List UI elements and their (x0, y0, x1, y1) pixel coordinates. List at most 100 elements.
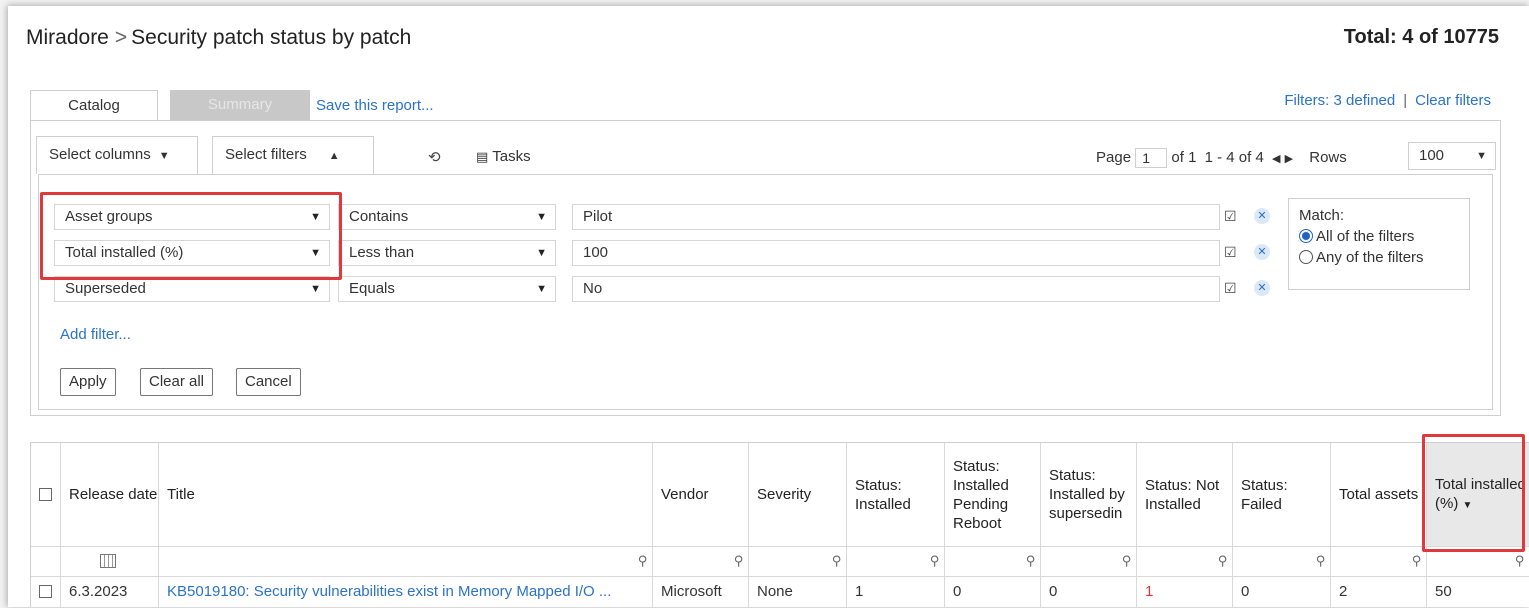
column-header[interactable]: Total assets (1331, 443, 1427, 547)
tasks-button[interactable]: ▤ Tasks (476, 148, 531, 165)
cell-severity: None (749, 577, 847, 608)
cell-not-installed[interactable]: 1 (1137, 577, 1233, 608)
column-header[interactable]: Status: Installed (847, 443, 945, 547)
page-range: 1 - 4 of 4 (1204, 148, 1264, 166)
filter-enabled-checkbox[interactable]: ☑ (1224, 280, 1237, 297)
filter-operator-value: Contains (349, 208, 409, 225)
add-filter-link[interactable]: Add filter... (60, 326, 131, 343)
search-icon: ⚲ (1412, 553, 1422, 568)
filter-value-input[interactable]: No (572, 276, 1220, 302)
column-filter-cell[interactable] (61, 547, 159, 577)
page-title: Security patch status by patch (131, 26, 412, 49)
chevron-down-icon: ▼ (1476, 150, 1487, 162)
column-filter-cell[interactable]: ⚲ (1137, 547, 1233, 577)
chevron-up-icon: ▲ (328, 150, 340, 162)
match-options: Match: All of the filters Any of the fil… (1288, 198, 1470, 290)
column-header[interactable]: Severity (749, 443, 847, 547)
cell-title-link[interactable]: KB5019180: Security vulnerabilities exis… (159, 577, 653, 608)
filter-value-input[interactable]: 100 (572, 240, 1220, 266)
column-filter-cell[interactable]: ⚲ (749, 547, 847, 577)
breadcrumb: Miradore > Security patch status by patch (26, 26, 411, 50)
cell-total-assets: 2 (1331, 577, 1427, 608)
column-filter-cell[interactable]: ⚲ (847, 547, 945, 577)
column-header[interactable]: Release date (61, 443, 159, 547)
search-icon: ⚲ (1218, 553, 1228, 568)
page-label: Page (1096, 148, 1132, 166)
clear-all-button[interactable]: Clear all (140, 368, 214, 396)
cell-vendor: Microsoft (653, 577, 749, 608)
match-all-option[interactable]: All of the filters (1299, 228, 1459, 245)
cell-pending-reboot: 0 (945, 577, 1041, 608)
chevron-down-icon: ▼ (536, 283, 547, 295)
clear-filters-link[interactable]: Clear filters (1415, 92, 1491, 109)
column-header[interactable]: Title (159, 443, 653, 547)
tasks-icon: ▤ (476, 149, 489, 164)
remove-filter-icon[interactable]: ✕ (1254, 244, 1270, 260)
column-header[interactable]: Status: Installed by supersedin (1041, 443, 1137, 547)
cancel-button[interactable]: Cancel (236, 368, 301, 396)
column-header[interactable]: Vendor (653, 443, 749, 547)
select-all-checkbox-cell[interactable] (31, 443, 61, 547)
filter-operator-select[interactable]: Contains ▼ (338, 204, 556, 230)
calendar-icon[interactable] (99, 554, 116, 568)
filter-enabled-checkbox[interactable]: ☑ (1224, 244, 1237, 261)
select-columns-label: Select columns (49, 146, 151, 163)
row-checkbox[interactable] (39, 585, 52, 598)
column-header[interactable]: Status: Failed (1233, 443, 1331, 547)
prev-page-icon[interactable]: ◀ (1272, 153, 1280, 165)
save-report-link[interactable]: Save this report... (316, 97, 434, 114)
remove-filter-icon[interactable]: ✕ (1254, 208, 1270, 224)
filter-value-input[interactable]: Pilot (572, 204, 1220, 230)
column-filter-cell[interactable]: ⚲ (653, 547, 749, 577)
remove-filter-icon[interactable]: ✕ (1254, 280, 1270, 296)
match-any-option[interactable]: Any of the filters (1299, 249, 1459, 266)
filter-field-value: Superseded (65, 280, 146, 297)
radio-selected-icon[interactable] (1299, 229, 1313, 243)
filter-enabled-checkbox[interactable]: ☑ (1224, 208, 1237, 225)
select-filters-label: Select filters (225, 146, 307, 163)
apply-button[interactable]: Apply (60, 368, 116, 396)
column-filter-cell[interactable]: ⚲ (1331, 547, 1427, 577)
column-filter-cell[interactable]: ⚲ (159, 547, 653, 577)
tab-catalog[interactable]: Catalog (30, 90, 158, 120)
highlight-frame (1422, 434, 1525, 552)
select-filters-button[interactable]: Select filters ▲ (212, 136, 374, 174)
search-icon: ⚲ (930, 553, 940, 568)
filters-defined-link[interactable]: Filters: 3 defined (1284, 92, 1395, 109)
search-icon: ⚲ (1026, 553, 1036, 568)
total-count: Total: 4 of 10775 (1343, 26, 1499, 48)
breadcrumb-root[interactable]: Miradore (26, 26, 109, 49)
filter-operator-value: Equals (349, 280, 395, 297)
tasks-label: Tasks (492, 148, 531, 165)
page-number-input[interactable]: 1 (1135, 148, 1168, 168)
chevron-down-icon: ▼ (536, 211, 547, 223)
rows-per-page-select[interactable]: 100 ▼ (1408, 142, 1496, 170)
cell-installed-by-superseding: 0 (1041, 577, 1137, 608)
column-header[interactable]: Status: Installed Pending Reboot (945, 443, 1041, 547)
filter-operator-select[interactable]: Equals ▼ (338, 276, 556, 302)
chevron-down-icon: ▼ (310, 283, 321, 295)
column-filter-cell[interactable]: ⚲ (1233, 547, 1331, 577)
row-checkbox-cell[interactable] (31, 577, 61, 608)
filters-status: Filters: 3 defined | Clear filters (1284, 92, 1491, 109)
select-all-checkbox[interactable] (39, 488, 52, 501)
column-filter-cell[interactable]: ⚲ (945, 547, 1041, 577)
column-filter-cell (31, 547, 61, 577)
chevron-down-icon: ▼ (536, 247, 547, 259)
radio-icon[interactable] (1299, 250, 1313, 264)
select-columns-button[interactable]: Select columns ▼ (36, 136, 198, 174)
search-icon: ⚲ (1122, 553, 1132, 568)
rows-per-page-value: 100 (1419, 147, 1445, 164)
column-filter-cell[interactable]: ⚲ (1041, 547, 1137, 577)
cell-total-installed-pct: 50 (1427, 577, 1529, 608)
rows-label: Rows (1309, 148, 1347, 166)
search-icon: ⚲ (734, 553, 744, 568)
filters-divider: | (1403, 92, 1408, 109)
column-header[interactable]: Status: Not Installed (1137, 443, 1233, 547)
cell-failed: 0 (1233, 577, 1331, 608)
next-page-icon[interactable]: ▶ (1285, 153, 1293, 165)
search-icon: ⚲ (638, 553, 648, 568)
tab-summary[interactable]: Summary (170, 90, 310, 120)
filter-operator-select[interactable]: Less than ▼ (338, 240, 556, 266)
refresh-icon[interactable]: ⟲ (428, 148, 441, 166)
